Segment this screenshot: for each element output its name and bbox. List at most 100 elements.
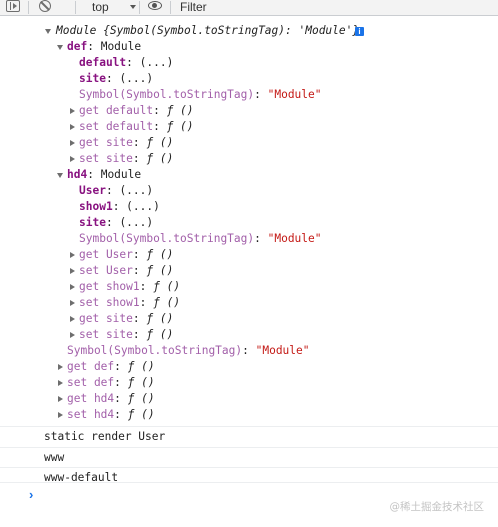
- property-key: site: [79, 72, 106, 85]
- message-text: www: [44, 451, 65, 464]
- function-value: ƒ (): [146, 136, 174, 149]
- accessor-label: set site: [79, 328, 133, 341]
- expand-triangle-icon[interactable]: [70, 316, 75, 322]
- function-value: ƒ (): [127, 408, 155, 421]
- accessor-label: set show1: [79, 296, 140, 309]
- accessor-row[interactable]: get User: ƒ (): [0, 247, 498, 263]
- message-text: static render User: [44, 430, 166, 443]
- def-row[interactable]: def: Module: [0, 39, 498, 55]
- property-row[interactable]: site: (...): [0, 71, 498, 87]
- property-row[interactable]: show1: (...): [0, 199, 498, 215]
- toolbar-divider: [28, 1, 29, 14]
- filter-input[interactable]: [172, 0, 480, 14]
- console-toolbar: top: [0, 0, 498, 16]
- function-value: ƒ (): [146, 328, 174, 341]
- console-message: www: [0, 447, 498, 468]
- lazy-value[interactable]: (...): [140, 56, 174, 69]
- expand-triangle-icon[interactable]: [70, 124, 75, 130]
- clear-console-icon[interactable]: [39, 0, 51, 12]
- module-header-prefix: Module: [56, 24, 104, 37]
- accessor-row[interactable]: set def: ƒ (): [0, 375, 498, 391]
- accessor-label: set User: [79, 264, 133, 277]
- expand-triangle-icon[interactable]: [58, 396, 63, 402]
- string-value: "Module": [267, 88, 322, 101]
- filter-field[interactable]: [172, 0, 498, 15]
- module-header-detail: {Symbol(Symbol.toStringTag): 'Module'}: [103, 24, 360, 37]
- lazy-value[interactable]: (...): [119, 184, 153, 197]
- accessor-label: get hd4: [67, 392, 115, 405]
- function-value: ƒ (): [166, 104, 194, 117]
- accessor-label: set def: [67, 376, 115, 389]
- accessor-row[interactable]: set User: ƒ (): [0, 263, 498, 279]
- property-value: Module: [100, 40, 142, 53]
- property-row[interactable]: site: (...): [0, 215, 498, 231]
- accessor-row[interactable]: get def: ƒ (): [0, 359, 498, 375]
- function-value: ƒ (): [146, 312, 174, 325]
- expand-triangle-icon[interactable]: [70, 156, 75, 162]
- accessor-row[interactable]: get site: ƒ (): [0, 135, 498, 151]
- expand-triangle-icon[interactable]: [45, 29, 51, 34]
- watermark: @稀土掘金技术社区: [389, 501, 485, 513]
- function-value: ƒ (): [127, 376, 155, 389]
- show-sidebar-icon[interactable]: [6, 0, 20, 12]
- accessor-row[interactable]: set site: ƒ (): [0, 151, 498, 167]
- function-value: ƒ (): [127, 392, 155, 405]
- expand-triangle-icon[interactable]: [57, 173, 63, 178]
- symbol-key: Symbol(Symbol.toStringTag): [79, 232, 255, 245]
- property-key: def: [67, 40, 88, 53]
- expand-triangle-icon[interactable]: [70, 252, 75, 258]
- accessor-label: set site: [79, 152, 133, 165]
- context-label: top: [92, 0, 109, 14]
- accessor-row[interactable]: get hd4: ƒ (): [0, 391, 498, 407]
- expand-triangle-icon[interactable]: [58, 380, 63, 386]
- symbol-tag-row: Symbol(Symbol.toStringTag): "Module": [79, 88, 322, 101]
- function-value: ƒ (): [153, 280, 181, 293]
- property-key: hd4: [67, 168, 88, 181]
- function-value: ƒ (): [166, 120, 194, 133]
- property-row[interactable]: default: (...): [0, 55, 498, 71]
- lazy-value[interactable]: (...): [119, 72, 153, 85]
- lazy-value[interactable]: (...): [119, 216, 153, 229]
- accessor-label: get def: [67, 360, 115, 373]
- function-value: ƒ (): [127, 360, 155, 373]
- expand-triangle-icon[interactable]: [70, 140, 75, 146]
- expand-triangle-icon[interactable]: [57, 45, 63, 50]
- chevron-down-icon: [130, 5, 136, 9]
- expand-triangle-icon[interactable]: [58, 412, 63, 418]
- toolbar-divider: [170, 1, 171, 14]
- expand-triangle-icon[interactable]: [70, 268, 75, 274]
- lazy-value[interactable]: (...): [126, 200, 160, 213]
- hd4-row[interactable]: hd4: Module: [0, 167, 498, 183]
- function-value: ƒ (): [153, 296, 181, 309]
- expand-triangle-icon[interactable]: [70, 332, 75, 338]
- accessor-row[interactable]: set hd4: ƒ (): [0, 407, 498, 423]
- property-key: site: [79, 216, 106, 229]
- accessor-row[interactable]: set site: ƒ (): [0, 327, 498, 343]
- eye-icon[interactable]: [148, 1, 162, 10]
- module-root-row[interactable]: Module {Symbol(Symbol.toStringTag): 'Mod…: [0, 23, 498, 39]
- property-row[interactable]: User: (...): [0, 183, 498, 199]
- accessor-label: get site: [79, 312, 133, 325]
- accessor-row[interactable]: set show1: ƒ (): [0, 295, 498, 311]
- symbol-tag-row: Symbol(Symbol.toStringTag): "Module": [79, 232, 322, 245]
- accessor-label: get default: [79, 104, 154, 117]
- expand-triangle-icon[interactable]: [70, 284, 75, 290]
- expand-triangle-icon[interactable]: [70, 108, 75, 114]
- function-value: ƒ (): [146, 152, 174, 165]
- function-value: ƒ (): [146, 248, 174, 261]
- expand-triangle-icon[interactable]: [70, 300, 75, 306]
- accessor-row[interactable]: get default: ƒ (): [0, 103, 498, 119]
- expand-triangle-icon[interactable]: [58, 364, 63, 370]
- accessor-label: get site: [79, 136, 133, 149]
- property-key: default: [79, 56, 127, 69]
- info-icon[interactable]: i: [355, 27, 364, 36]
- accessor-row[interactable]: get show1: ƒ (): [0, 279, 498, 295]
- accessor-label: get show1: [79, 280, 140, 293]
- property-key: show1: [79, 200, 113, 213]
- accessor-row[interactable]: get site: ƒ (): [0, 311, 498, 327]
- toolbar-divider: [75, 1, 76, 14]
- symbol-tag-row: Symbol(Symbol.toStringTag): "Module": [67, 344, 310, 357]
- accessor-label: set default: [79, 120, 154, 133]
- symbol-key: Symbol(Symbol.toStringTag): [79, 88, 255, 101]
- accessor-row[interactable]: set default: ƒ (): [0, 119, 498, 135]
